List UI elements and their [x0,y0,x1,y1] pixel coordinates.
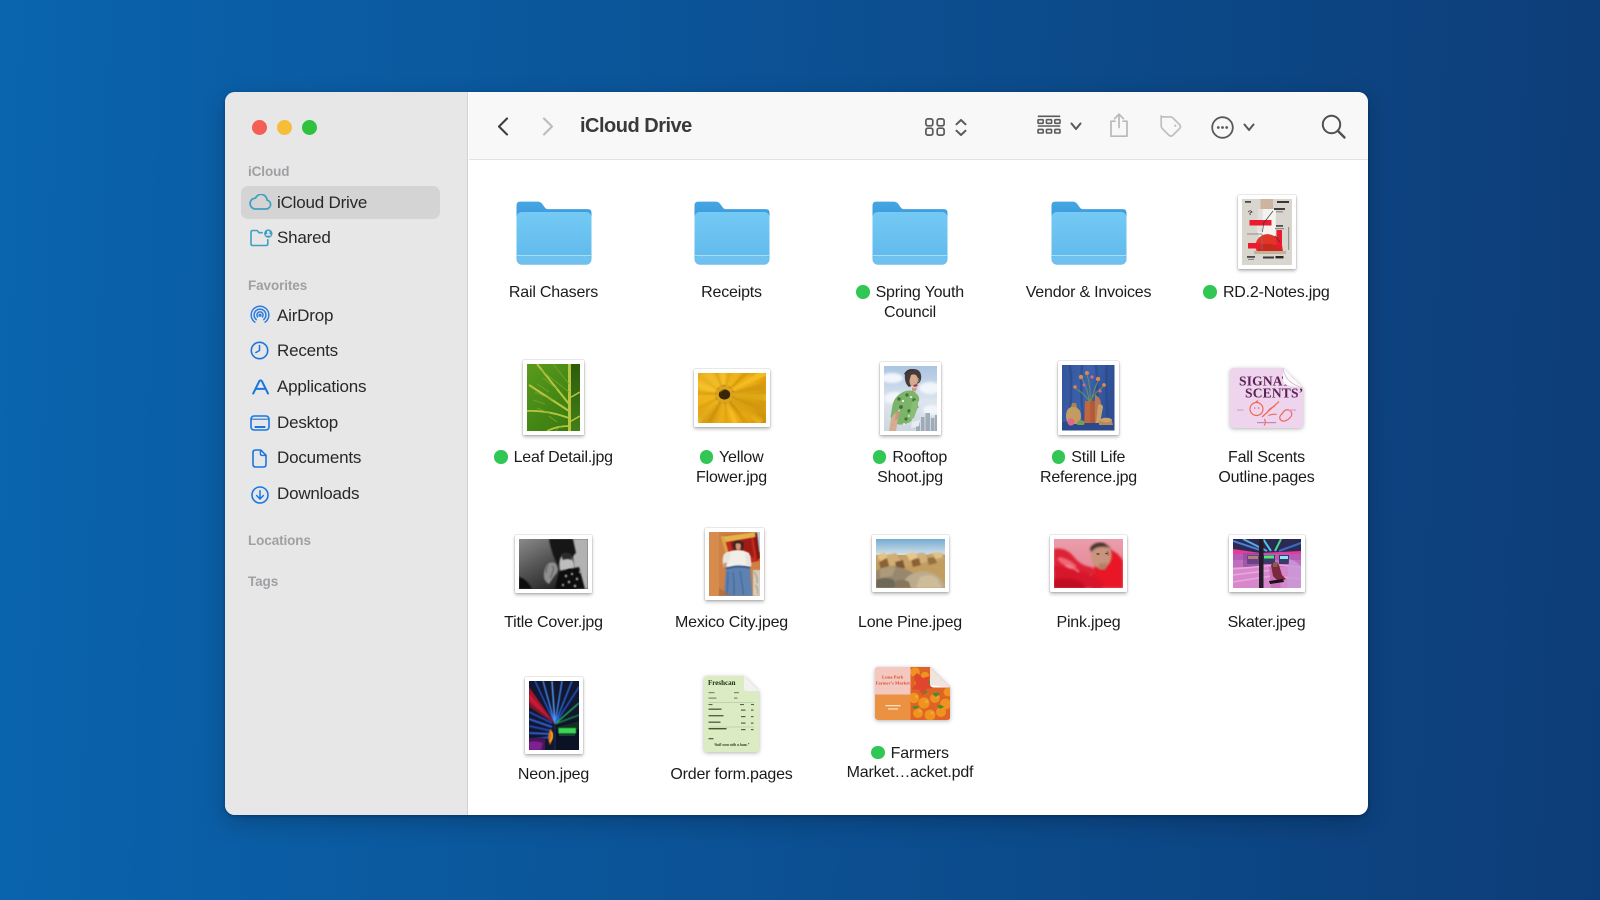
svg-text:SCENTS’: SCENTS’ [1245,386,1303,401]
svg-text:“bull-oom with a hum.”: “bull-oom with a hum.” [714,742,750,747]
svg-text:Farmer’s Market: Farmer’s Market [875,681,910,686]
svg-text:Luna Park: Luna Park [882,675,904,680]
svg-text:Freshcan: Freshcan [708,679,736,687]
